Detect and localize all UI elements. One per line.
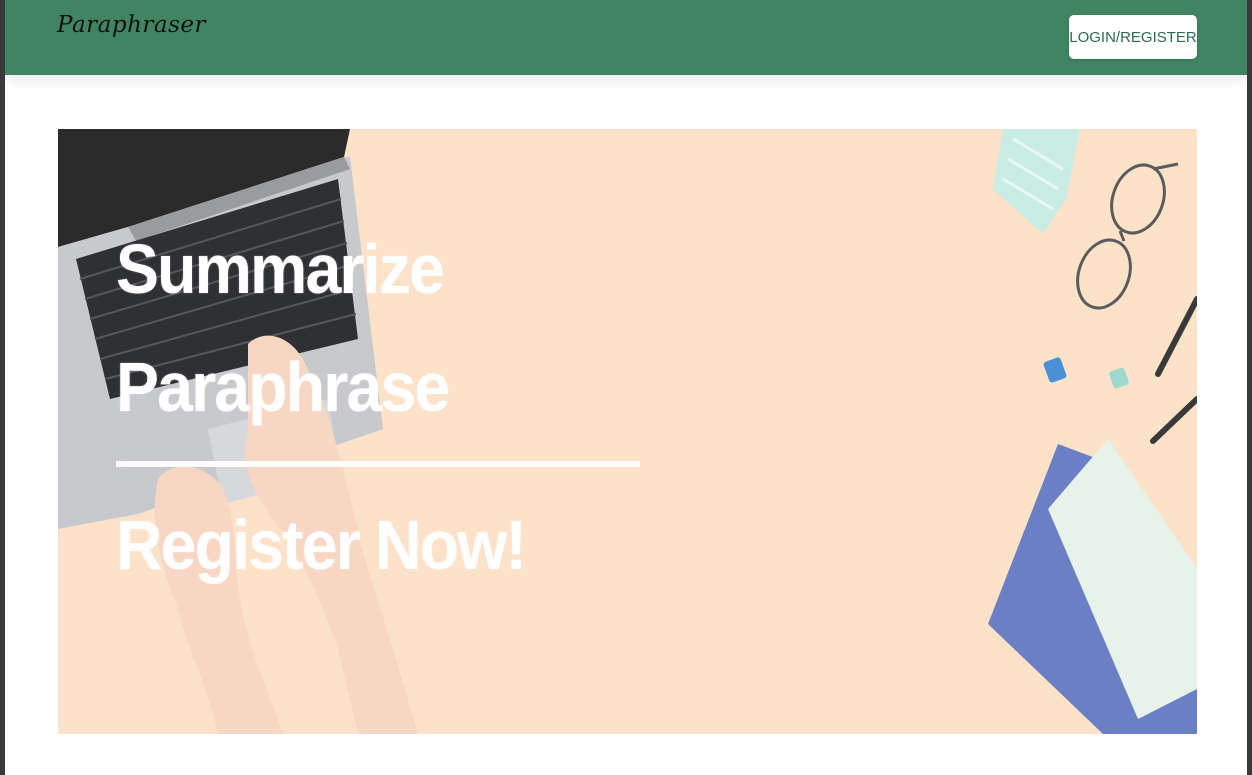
- login-register-button[interactable]: LOGIN/REGISTER: [1069, 15, 1197, 59]
- pen-image: [1155, 296, 1197, 377]
- glasses-image: [1076, 162, 1179, 310]
- binder-clip-image: [1043, 357, 1067, 383]
- hero-heading-paraphrase: Paraphrase: [116, 348, 450, 426]
- navbar: Paraphraser LOGIN/REGISTER: [5, 0, 1247, 75]
- hero-divider: [116, 461, 640, 467]
- page: Paraphraser LOGIN/REGISTER Summarize Par…: [5, 0, 1247, 775]
- hero-heading-summarize: Summarize: [116, 230, 445, 308]
- register-now-link[interactable]: Register Now!: [116, 505, 527, 585]
- hero-banner: Summarize Paraphrase Register Now!: [58, 129, 1197, 734]
- brand-logo[interactable]: Paraphraser: [57, 12, 206, 38]
- hero-illustration: [58, 129, 1197, 734]
